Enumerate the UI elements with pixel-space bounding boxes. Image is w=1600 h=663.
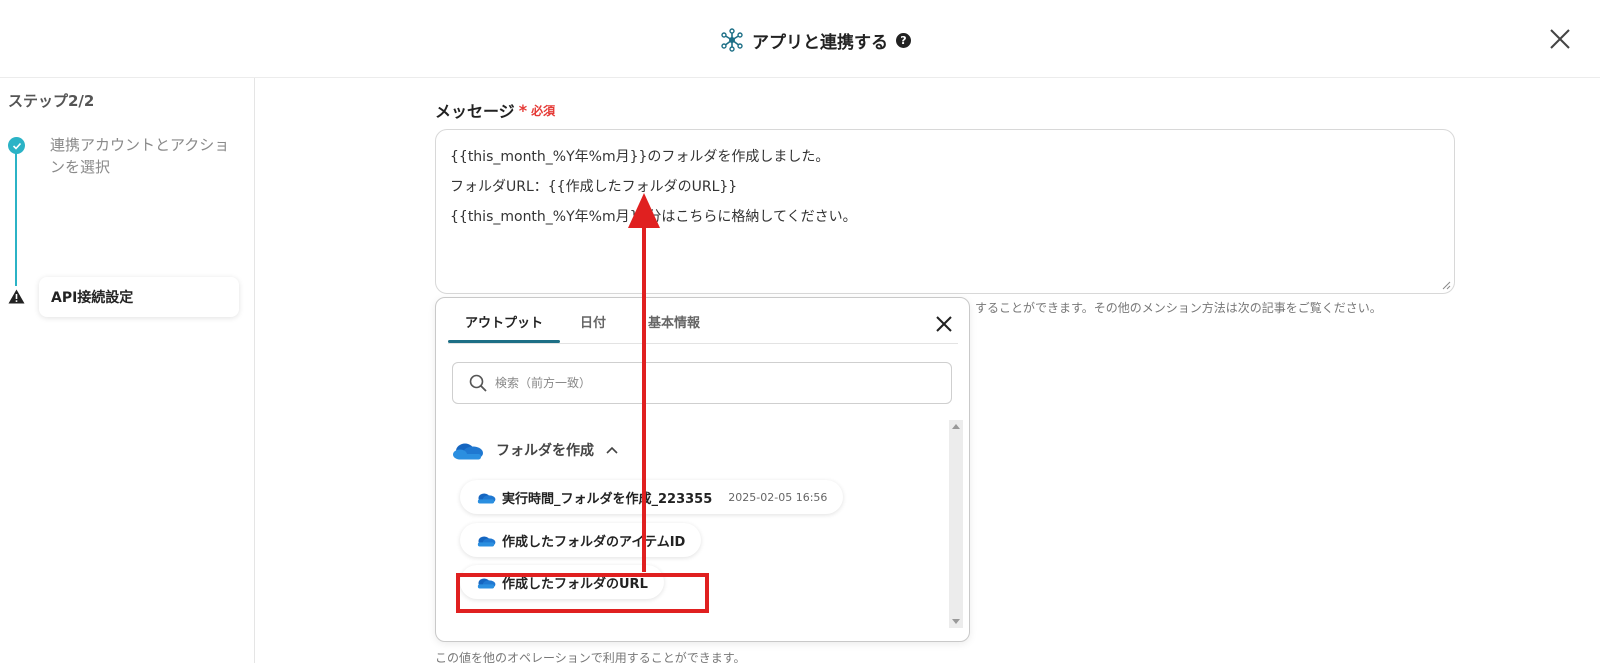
output-item-value: 2025-02-05 16:56	[728, 490, 828, 504]
mention-hint: することができます。その他のメンション方法は次の記事をご覧ください。	[975, 301, 1382, 315]
output-item-label: 作成したフォルダのアイテムID	[502, 534, 686, 550]
output-item-folder-id[interactable]: 作成したフォルダのアイテムID	[460, 523, 702, 557]
close-icon[interactable]	[1548, 27, 1572, 51]
onedrive-cloud-icon	[453, 443, 483, 460]
help-icon[interactable]: ?	[896, 32, 911, 48]
tab-date[interactable]: 日付	[580, 312, 606, 331]
output-picker-popup: アウトプット 日付 基本情報 フォルダを作成	[435, 297, 970, 642]
output-item-execution-time[interactable]: 実行時間_フォルダを作成_223355 2025-02-05 16:56	[460, 480, 844, 514]
search-icon	[469, 374, 487, 392]
popup-tabs: アウトプット 日付 基本情報	[448, 298, 958, 344]
group-name: フォルダを作成	[496, 443, 594, 459]
resize-handle-icon[interactable]	[1441, 280, 1451, 290]
output-item-folder-url[interactable]: 作成したフォルダのURL	[460, 565, 664, 599]
onedrive-cloud-icon	[477, 577, 496, 588]
tab-output[interactable]: アウトプット	[465, 312, 543, 331]
check-icon	[8, 137, 25, 154]
app-connect-icon	[721, 28, 743, 52]
step-count: ステップ2/2	[8, 92, 95, 110]
output-list: フォルダを作成 実行時間_フォルダを作成_223355 2025-02-05 1…	[436, 420, 969, 630]
scroll-down-arrow-icon[interactable]	[952, 619, 960, 624]
message-line: {{this_month_%Y年%m月}}分はこちらに格納してください。	[450, 209, 857, 225]
onedrive-cloud-icon	[477, 535, 496, 546]
sidebar-step-label: API接続設定	[51, 290, 134, 306]
output-item-label: 作成したフォルダのURL	[502, 576, 648, 592]
header-title-group: アプリと連携する ?	[720, 26, 911, 54]
output-item-label: 実行時間_フォルダを作成_223355	[502, 491, 713, 507]
required-text: 必須	[531, 103, 556, 118]
scrollbar[interactable]	[949, 420, 963, 628]
group-folder-create[interactable]: フォルダを作成	[452, 440, 618, 460]
output-hint: この値を他のオペレーションで利用することができます。	[435, 651, 746, 663]
message-line: フォルダURL：{{作成したフォルダのURL}}	[450, 179, 738, 195]
search-input[interactable]	[495, 376, 915, 390]
sidebar: ステップ2/2 連携アカウントとアクションを選択 API接続設定	[0, 78, 255, 663]
message-field-label: メッセージ * 必須	[435, 98, 555, 122]
sidebar-step-select-action[interactable]: 連携アカウントとアクションを選択	[50, 134, 230, 178]
required-mark: *	[518, 100, 528, 120]
popup-close-icon[interactable]	[934, 314, 954, 334]
scroll-up-arrow-icon[interactable]	[952, 424, 960, 429]
header: アプリと連携する ?	[0, 0, 1600, 78]
sidebar-step-api-settings[interactable]: API接続設定	[39, 277, 239, 317]
search-field[interactable]	[452, 362, 952, 404]
step-connector-line	[15, 146, 17, 286]
message-textarea[interactable]: {{this_month_%Y年%m月}}のフォルダを作成しました。 フォルダU…	[435, 129, 1455, 294]
active-tab-indicator	[448, 340, 560, 343]
page-title: アプリと連携する	[752, 32, 888, 53]
onedrive-cloud-icon	[477, 492, 496, 503]
message-line: {{this_month_%Y年%m月}}のフォルダを作成しました。	[450, 149, 830, 165]
tab-basic-info[interactable]: 基本情報	[648, 312, 700, 331]
warning-icon	[8, 289, 25, 304]
chevron-up-icon[interactable]	[606, 446, 618, 454]
field-label-text: メッセージ	[435, 102, 515, 121]
